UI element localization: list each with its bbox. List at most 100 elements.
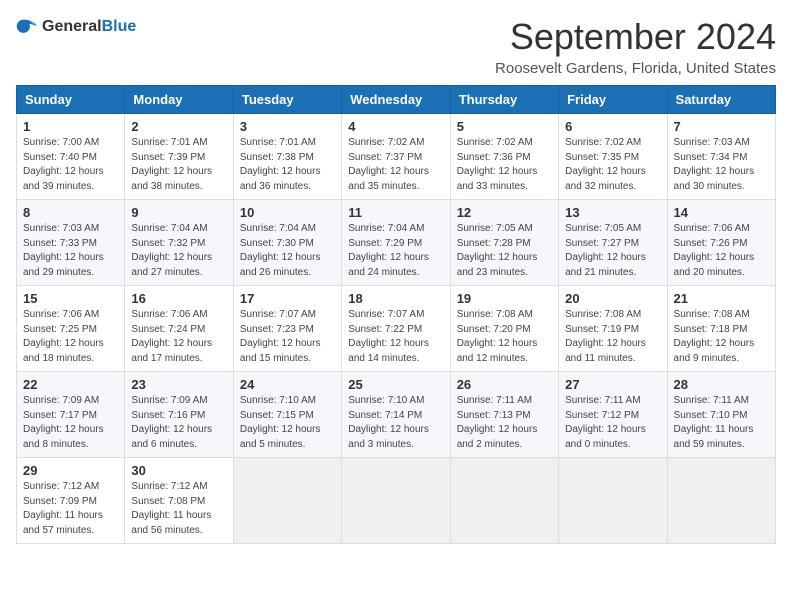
day-number: 2	[131, 119, 226, 134]
day-number: 21	[674, 291, 769, 306]
day-info: Sunrise: 7:11 AMSunset: 7:10 PMDaylight:…	[674, 395, 754, 450]
day-number: 11	[348, 205, 443, 220]
logo-text: GeneralBlue	[42, 18, 136, 36]
calendar-cell: 24 Sunrise: 7:10 AMSunset: 7:15 PMDaylig…	[233, 372, 341, 458]
logo-icon	[16, 16, 38, 38]
day-info: Sunrise: 7:10 AMSunset: 7:15 PMDaylight:…	[240, 395, 321, 450]
calendar-cell: 27 Sunrise: 7:11 AMSunset: 7:12 PMDaylig…	[559, 372, 667, 458]
logo-blue: Blue	[102, 18, 137, 35]
day-info: Sunrise: 7:03 AMSunset: 7:33 PMDaylight:…	[23, 223, 104, 278]
calendar-cell: 12 Sunrise: 7:05 AMSunset: 7:28 PMDaylig…	[450, 200, 558, 286]
calendar-cell: 15 Sunrise: 7:06 AMSunset: 7:25 PMDaylig…	[17, 286, 125, 372]
day-number: 14	[674, 205, 769, 220]
calendar-cell: 29 Sunrise: 7:12 AMSunset: 7:09 PMDaylig…	[17, 458, 125, 544]
calendar-cell: 8 Sunrise: 7:03 AMSunset: 7:33 PMDayligh…	[17, 200, 125, 286]
calendar-cell: 20 Sunrise: 7:08 AMSunset: 7:19 PMDaylig…	[559, 286, 667, 372]
day-number: 20	[565, 291, 660, 306]
day-info: Sunrise: 7:05 AMSunset: 7:27 PMDaylight:…	[565, 223, 646, 278]
day-number: 24	[240, 377, 335, 392]
day-number: 27	[565, 377, 660, 392]
calendar-cell: 19 Sunrise: 7:08 AMSunset: 7:20 PMDaylig…	[450, 286, 558, 372]
day-number: 12	[457, 205, 552, 220]
day-number: 16	[131, 291, 226, 306]
day-info: Sunrise: 7:09 AMSunset: 7:17 PMDaylight:…	[23, 395, 104, 450]
day-info: Sunrise: 7:08 AMSunset: 7:18 PMDaylight:…	[674, 309, 755, 364]
day-number: 15	[23, 291, 118, 306]
day-number: 19	[457, 291, 552, 306]
calendar-cell: 13 Sunrise: 7:05 AMSunset: 7:27 PMDaylig…	[559, 200, 667, 286]
day-number: 1	[23, 119, 118, 134]
calendar-cell: 6 Sunrise: 7:02 AMSunset: 7:35 PMDayligh…	[559, 114, 667, 200]
calendar-cell: 16 Sunrise: 7:06 AMSunset: 7:24 PMDaylig…	[125, 286, 233, 372]
calendar-cell	[233, 458, 341, 544]
day-info: Sunrise: 7:11 AMSunset: 7:13 PMDaylight:…	[457, 395, 538, 450]
day-info: Sunrise: 7:06 AMSunset: 7:25 PMDaylight:…	[23, 309, 104, 364]
day-number: 8	[23, 205, 118, 220]
calendar-day-header: Monday	[125, 86, 233, 114]
calendar-header-row: SundayMondayTuesdayWednesdayThursdayFrid…	[17, 86, 776, 114]
day-number: 25	[348, 377, 443, 392]
calendar-week-row: 29 Sunrise: 7:12 AMSunset: 7:09 PMDaylig…	[17, 458, 776, 544]
calendar-week-row: 15 Sunrise: 7:06 AMSunset: 7:25 PMDaylig…	[17, 286, 776, 372]
day-number: 29	[23, 463, 118, 478]
day-number: 10	[240, 205, 335, 220]
day-number: 26	[457, 377, 552, 392]
day-info: Sunrise: 7:07 AMSunset: 7:23 PMDaylight:…	[240, 309, 321, 364]
calendar-cell: 10 Sunrise: 7:04 AMSunset: 7:30 PMDaylig…	[233, 200, 341, 286]
calendar-cell: 7 Sunrise: 7:03 AMSunset: 7:34 PMDayligh…	[667, 114, 775, 200]
calendar-cell: 22 Sunrise: 7:09 AMSunset: 7:17 PMDaylig…	[17, 372, 125, 458]
day-info: Sunrise: 7:12 AMSunset: 7:09 PMDaylight:…	[23, 481, 103, 536]
calendar-cell: 14 Sunrise: 7:06 AMSunset: 7:26 PMDaylig…	[667, 200, 775, 286]
location-title: Roosevelt Gardens, Florida, United State…	[495, 60, 776, 77]
day-info: Sunrise: 7:04 AMSunset: 7:32 PMDaylight:…	[131, 223, 212, 278]
calendar-cell	[667, 458, 775, 544]
day-info: Sunrise: 7:12 AMSunset: 7:08 PMDaylight:…	[131, 481, 211, 536]
day-number: 5	[457, 119, 552, 134]
calendar-cell: 3 Sunrise: 7:01 AMSunset: 7:38 PMDayligh…	[233, 114, 341, 200]
day-info: Sunrise: 7:06 AMSunset: 7:24 PMDaylight:…	[131, 309, 212, 364]
page-header: GeneralBlue September 2024 Roosevelt Gar…	[16, 16, 776, 77]
calendar-cell: 26 Sunrise: 7:11 AMSunset: 7:13 PMDaylig…	[450, 372, 558, 458]
logo: GeneralBlue	[16, 16, 136, 38]
day-info: Sunrise: 7:09 AMSunset: 7:16 PMDaylight:…	[131, 395, 212, 450]
day-info: Sunrise: 7:02 AMSunset: 7:36 PMDaylight:…	[457, 137, 538, 192]
day-number: 30	[131, 463, 226, 478]
calendar-cell: 4 Sunrise: 7:02 AMSunset: 7:37 PMDayligh…	[342, 114, 450, 200]
day-number: 3	[240, 119, 335, 134]
calendar-day-header: Tuesday	[233, 86, 341, 114]
day-number: 18	[348, 291, 443, 306]
day-info: Sunrise: 7:06 AMSunset: 7:26 PMDaylight:…	[674, 223, 755, 278]
calendar-cell: 2 Sunrise: 7:01 AMSunset: 7:39 PMDayligh…	[125, 114, 233, 200]
month-title: September 2024	[495, 16, 776, 58]
day-info: Sunrise: 7:02 AMSunset: 7:37 PMDaylight:…	[348, 137, 429, 192]
calendar-cell: 23 Sunrise: 7:09 AMSunset: 7:16 PMDaylig…	[125, 372, 233, 458]
day-number: 23	[131, 377, 226, 392]
calendar-cell: 21 Sunrise: 7:08 AMSunset: 7:18 PMDaylig…	[667, 286, 775, 372]
calendar-day-header: Sunday	[17, 86, 125, 114]
calendar-cell	[559, 458, 667, 544]
title-area: September 2024 Roosevelt Gardens, Florid…	[495, 16, 776, 77]
calendar-cell: 11 Sunrise: 7:04 AMSunset: 7:29 PMDaylig…	[342, 200, 450, 286]
calendar-day-header: Friday	[559, 86, 667, 114]
logo-general: General	[42, 18, 102, 35]
day-info: Sunrise: 7:00 AMSunset: 7:40 PMDaylight:…	[23, 137, 104, 192]
day-info: Sunrise: 7:01 AMSunset: 7:38 PMDaylight:…	[240, 137, 321, 192]
day-info: Sunrise: 7:10 AMSunset: 7:14 PMDaylight:…	[348, 395, 429, 450]
day-info: Sunrise: 7:02 AMSunset: 7:35 PMDaylight:…	[565, 137, 646, 192]
calendar-week-row: 22 Sunrise: 7:09 AMSunset: 7:17 PMDaylig…	[17, 372, 776, 458]
day-number: 28	[674, 377, 769, 392]
day-info: Sunrise: 7:11 AMSunset: 7:12 PMDaylight:…	[565, 395, 646, 450]
calendar-week-row: 8 Sunrise: 7:03 AMSunset: 7:33 PMDayligh…	[17, 200, 776, 286]
day-number: 17	[240, 291, 335, 306]
calendar-day-header: Thursday	[450, 86, 558, 114]
day-number: 4	[348, 119, 443, 134]
day-number: 6	[565, 119, 660, 134]
day-number: 13	[565, 205, 660, 220]
day-number: 9	[131, 205, 226, 220]
day-info: Sunrise: 7:03 AMSunset: 7:34 PMDaylight:…	[674, 137, 755, 192]
calendar-cell: 25 Sunrise: 7:10 AMSunset: 7:14 PMDaylig…	[342, 372, 450, 458]
calendar-day-header: Saturday	[667, 86, 775, 114]
day-info: Sunrise: 7:01 AMSunset: 7:39 PMDaylight:…	[131, 137, 212, 192]
calendar-cell: 17 Sunrise: 7:07 AMSunset: 7:23 PMDaylig…	[233, 286, 341, 372]
calendar-cell: 18 Sunrise: 7:07 AMSunset: 7:22 PMDaylig…	[342, 286, 450, 372]
